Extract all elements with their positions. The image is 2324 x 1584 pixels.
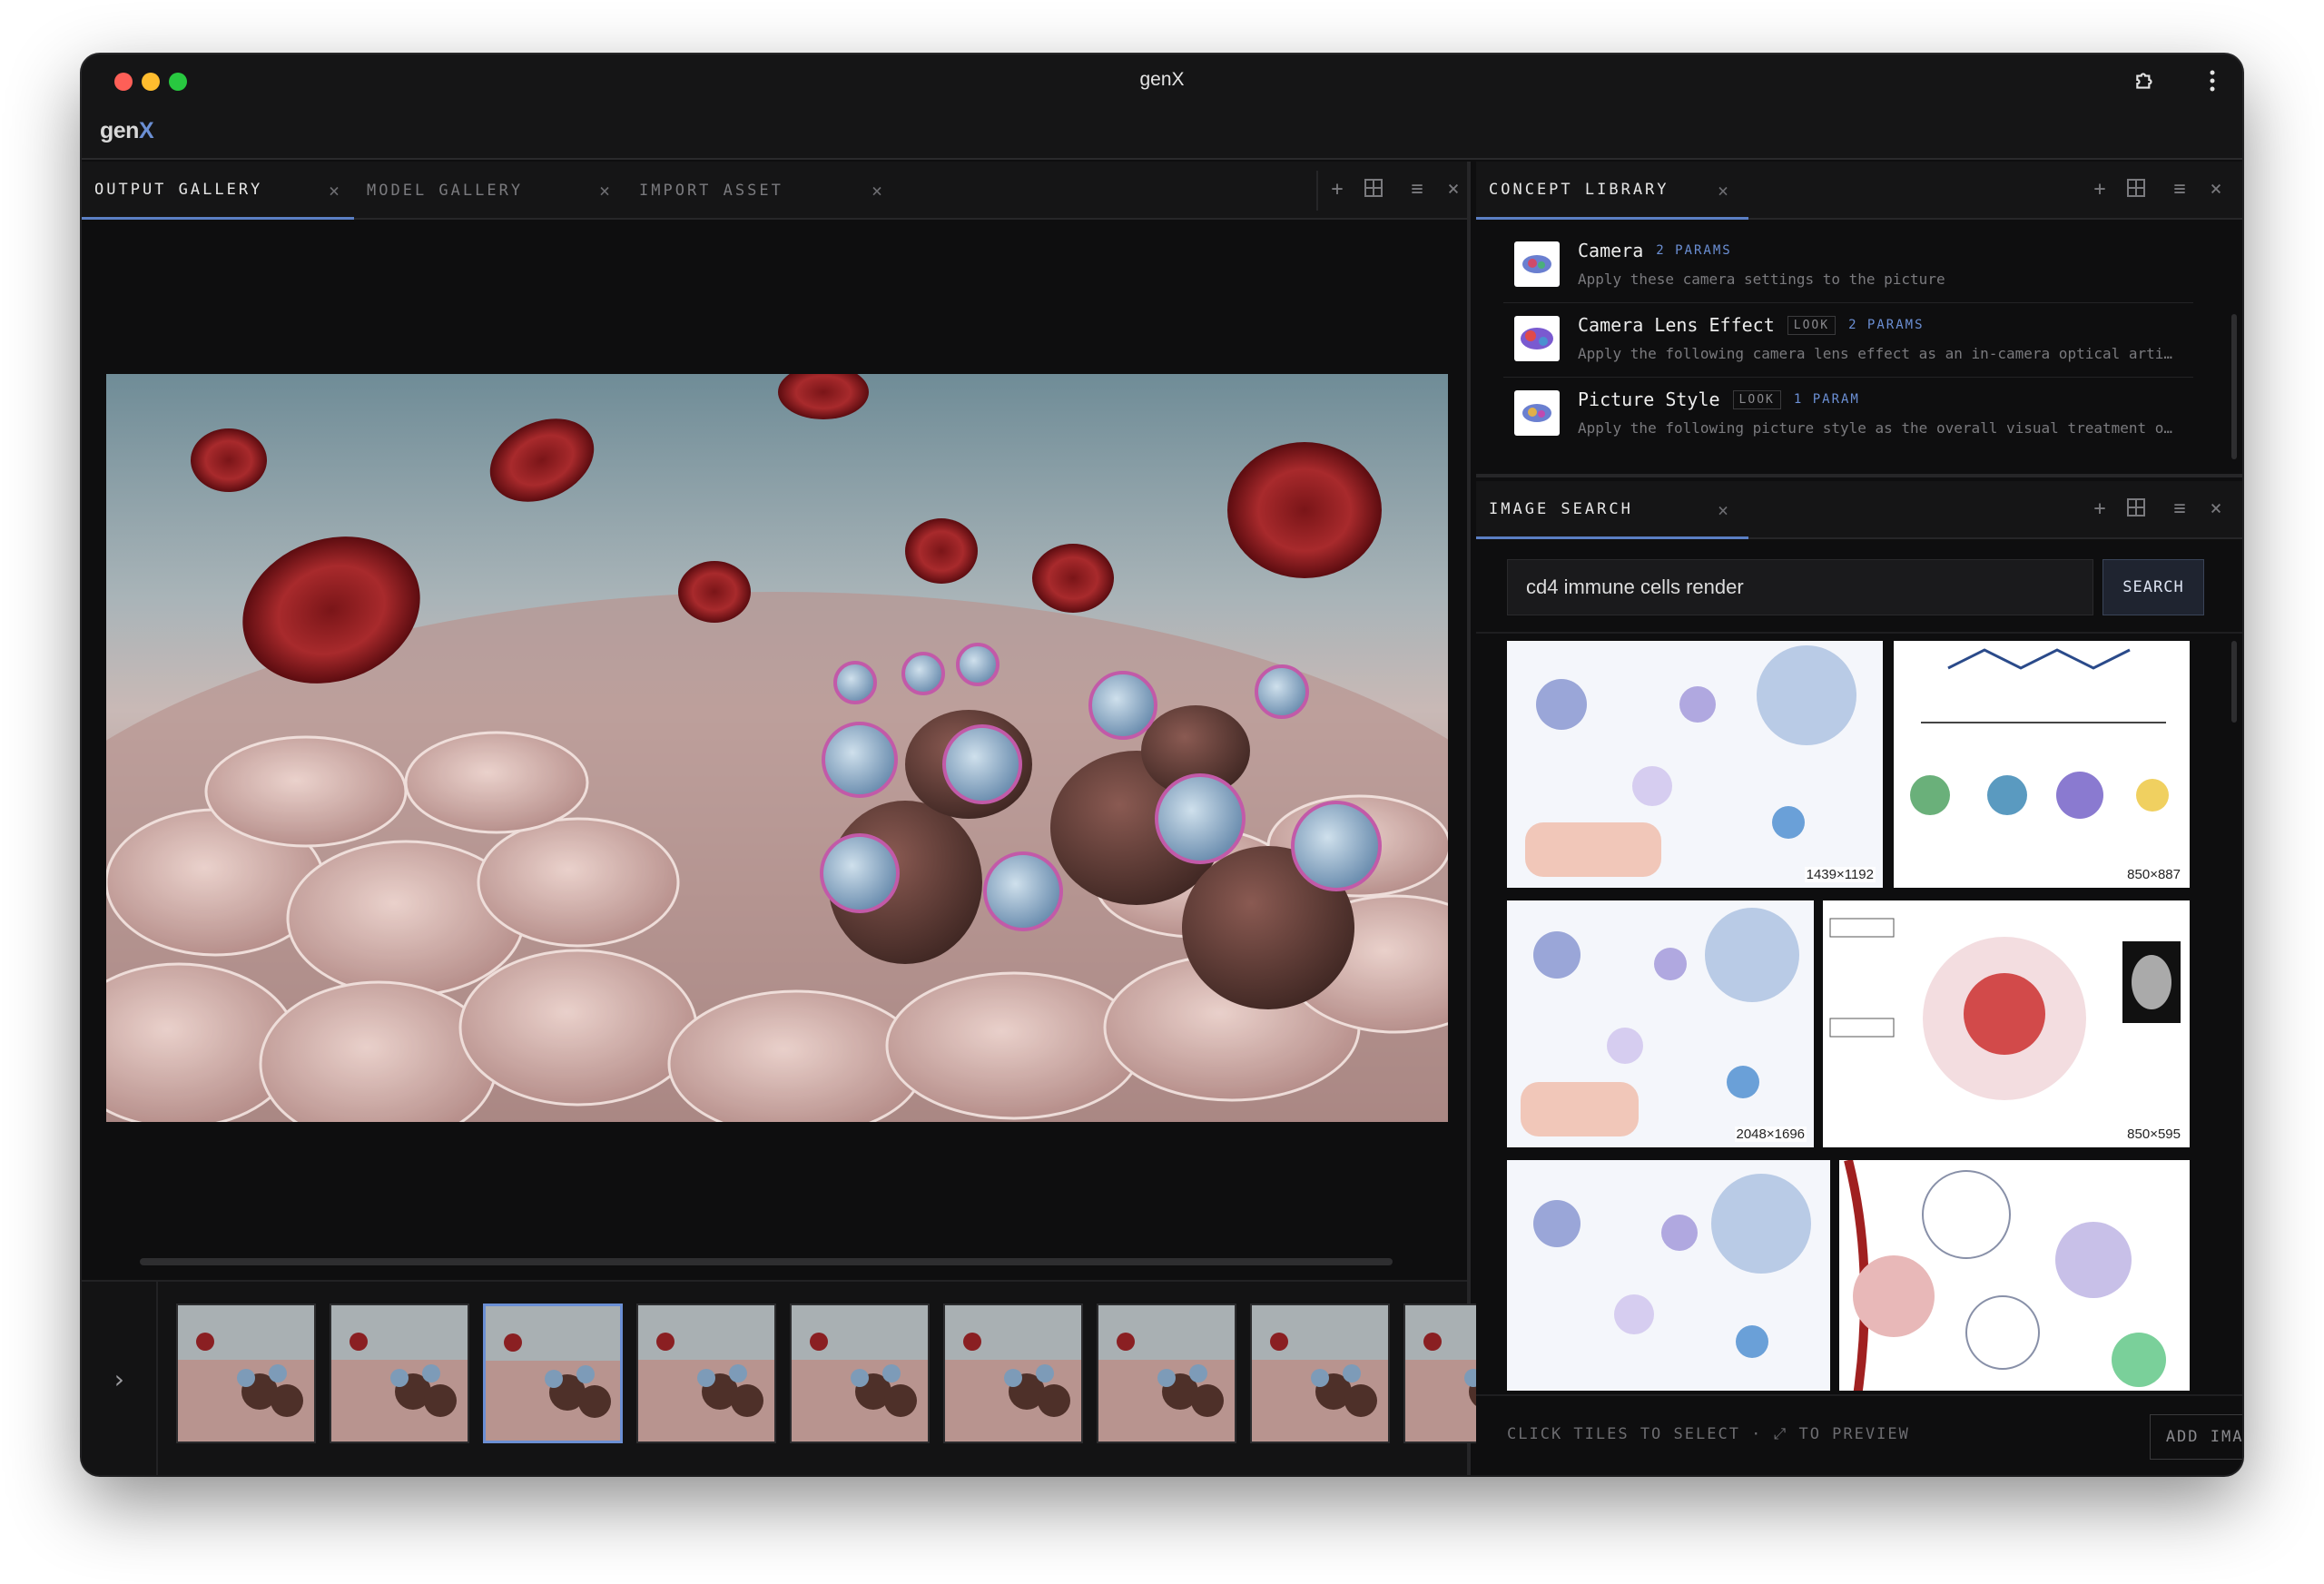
tab-output-gallery[interactable]: OUTPUT GALLERY [82,162,354,220]
gallery-thumbnail[interactable] [943,1304,1083,1443]
concept-name: Camera [1578,240,1644,261]
extension-icon[interactable] [2130,65,2161,96]
close-icon[interactable]: × [1718,499,1728,521]
menu-icon[interactable]: ≡ [1405,178,1429,201]
tab-image-search[interactable]: IMAGE SEARCH [1476,481,1748,539]
dimensions-label: 850×595 [2125,1127,2182,1142]
results-grid: 1439×1192 850×887 2048×1696 850×595 [1476,641,2242,1391]
concept-thumbnail [1514,390,1560,436]
chevron-right-icon[interactable]: › [82,1282,158,1475]
main-preview-image[interactable] [106,374,1448,1122]
tab-label: IMAGE SEARCH [1489,499,1633,518]
params-count: 1 PARAM [1793,392,1860,407]
horizontal-scrollbar[interactable] [140,1258,1393,1265]
footer-hint: CLICK TILES TO SELECT · ⤢ TO PREVIEW [1507,1425,1910,1443]
concept-item-camera-lens-effect[interactable]: Camera Lens Effect LOOK 2 PARAMS Apply the… [1503,305,2193,378]
more-vertical-icon[interactable] [2197,65,2228,96]
gallery-thumbnail[interactable] [330,1304,469,1443]
thumbnail-strip: › [82,1280,1543,1475]
add-images-button[interactable]: ADD IMAGES [2150,1414,2242,1460]
left-tabbar: OUTPUT GALLERY × MODEL GALLERY × IMPORT … [82,162,1467,220]
result-tile[interactable]: 850×595 [1823,900,2190,1147]
tab-import-asset[interactable]: IMPORT ASSET [626,162,899,220]
gallery-thumbnail[interactable] [1097,1304,1236,1443]
params-count: 2 PARAMS [1848,318,1925,332]
app-bar: genX [82,107,2242,160]
concept-list: Camera 2 PARAMS Apply these camera settin… [1476,220,2242,477]
window-title: genX [1139,69,1185,90]
plus-icon[interactable]: + [2088,497,2112,520]
search-button[interactable]: SEARCH [2102,559,2204,615]
search-footer: CLICK TILES TO SELECT · ⤢ TO PREVIEW ADD… [1476,1394,2242,1475]
concept-library-panel: CONCEPT LIBRARY × + ≡ × Camera 2 PARAMS A… [1476,162,2242,477]
vertical-scrollbar[interactable] [2231,314,2237,459]
menu-icon[interactable]: ≡ [2168,178,2191,201]
search-tabbar: IMAGE SEARCH × + ≡ × [1476,481,2242,539]
concept-name: Camera Lens Effect [1578,314,1775,336]
result-tile[interactable]: 1439×1192 [1507,641,1883,888]
result-tile[interactable] [1839,1160,2190,1391]
concept-thumbnail [1514,316,1560,361]
search-input[interactable]: cd4 immune cells render [1507,559,2093,615]
concept-description: Apply the following camera lens effect a… [1578,345,2173,362]
vertical-scrollbar[interactable] [2231,641,2237,723]
concept-tabbar: CONCEPT LIBRARY × + ≡ × [1476,162,2242,220]
tab-model-gallery[interactable]: MODEL GALLERY [354,162,626,220]
close-icon[interactable]: × [2204,497,2228,520]
tabbar-divider [1316,171,1318,211]
layout-grid-icon[interactable] [2124,497,2148,523]
gallery-thumbnail[interactable] [176,1304,316,1443]
close-icon[interactable]: × [2204,178,2228,201]
look-badge: LOOK [1787,315,1837,335]
tab-label: IMPORT ASSET [639,182,783,200]
layout-grid-icon[interactable] [1362,178,1385,203]
gallery-thumbnail[interactable] [636,1304,776,1443]
app-logo: genX [100,118,154,144]
gallery-thumbnail[interactable] [1250,1304,1390,1443]
look-badge: LOOK [1732,389,1781,409]
close-icon[interactable]: × [599,180,610,202]
concept-thumbnail [1514,241,1560,287]
dimensions-label: 850×887 [2125,867,2182,882]
concept-item-camera[interactable]: Camera 2 PARAMS Apply these camera settin… [1503,231,2193,303]
concept-name: Picture Style [1578,389,1720,410]
close-icon[interactable]: × [1718,180,1728,202]
close-icon[interactable]: × [329,180,340,202]
gallery-thumbnail[interactable] [790,1304,930,1443]
concept-description: Apply these camera settings to the pictu… [1578,271,1945,288]
logo-suffix: X [138,118,154,143]
concept-item-picture-style[interactable]: Picture Style LOOK 1 PARAM Apply the follo… [1503,379,2193,452]
dimensions-label: 2048×1696 [1734,1127,1807,1142]
app-window: genX genX OUTPUT GALLERY × MODEL GALLERY… [82,54,2242,1475]
logo-prefix: gen [100,118,139,143]
close-icon[interactable]: × [872,180,882,202]
tab-concept-library[interactable]: CONCEPT LIBRARY [1476,162,1748,220]
title-bar: genX [82,54,2242,107]
result-tile[interactable] [1507,1160,1830,1391]
layout-grid-icon[interactable] [2124,178,2148,203]
result-tile[interactable]: 850×887 [1894,641,2190,888]
result-tile[interactable]: 2048×1696 [1507,900,1814,1147]
tab-label: MODEL GALLERY [367,182,524,200]
plus-icon[interactable]: + [2088,178,2112,201]
image-search-panel: IMAGE SEARCH × + ≡ × cd4 immune cells re… [1476,481,2242,1475]
concept-description: Apply the following picture style as the… [1578,419,2173,437]
params-count: 2 PARAMS [1656,243,1732,258]
menu-icon[interactable]: ≡ [2168,497,2191,520]
close-icon[interactable]: × [1442,178,1465,201]
dimensions-label: 1439×1192 [1804,867,1876,882]
output-gallery-panel: OUTPUT GALLERY × MODEL GALLERY × IMPORT … [82,162,1543,1475]
plus-icon[interactable]: + [1325,178,1349,201]
divider [1476,632,2242,634]
tab-label: CONCEPT LIBRARY [1489,180,1669,199]
gallery-thumbnail[interactable] [483,1304,623,1443]
tab-label: OUTPUT GALLERY [94,180,263,199]
